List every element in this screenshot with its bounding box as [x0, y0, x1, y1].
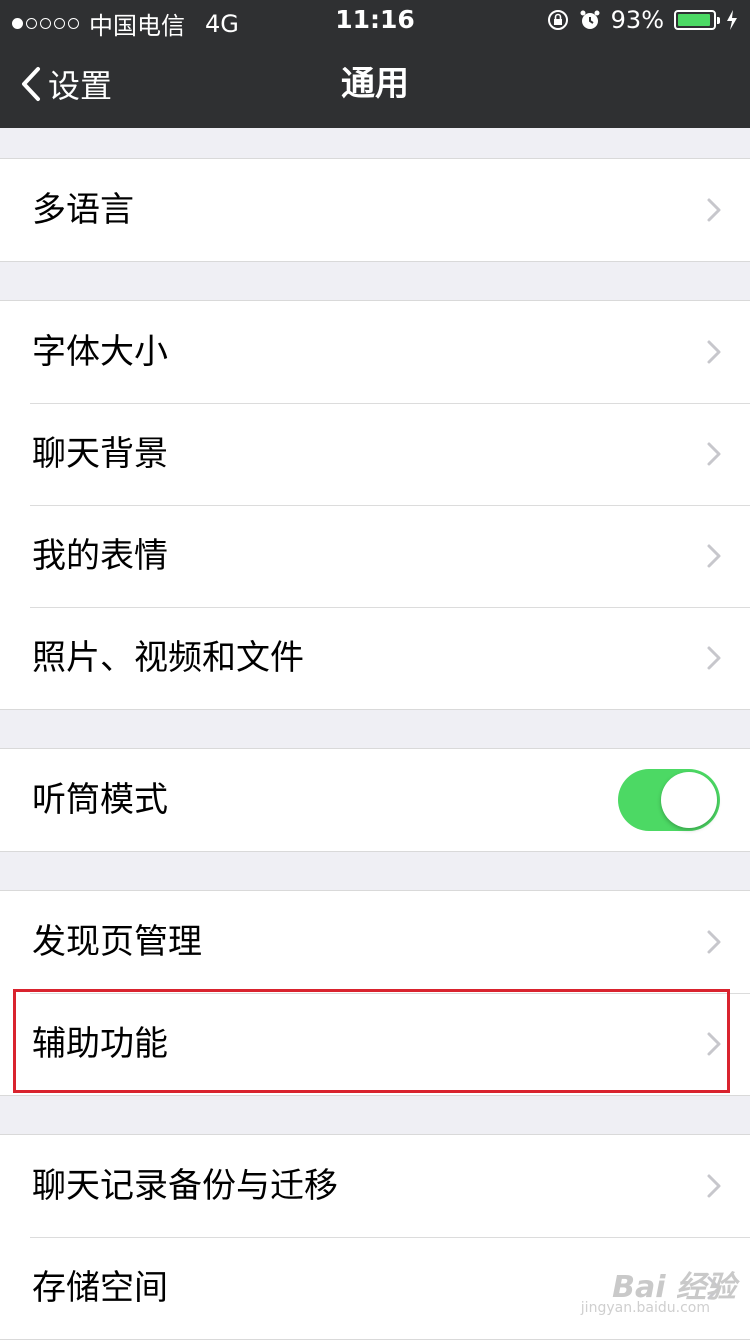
row-font-size[interactable]: 字体大小	[0, 301, 750, 403]
baidu-watermark-url: jingyan.baidu.com	[580, 1300, 710, 1316]
rotation-lock-icon	[547, 10, 568, 30]
status-bar: 中国电信 4G 11:16 93%	[0, 0, 750, 40]
settings-group-language: 多语言	[0, 158, 750, 262]
row-chat-background[interactable]: 聊天背景	[0, 403, 750, 505]
row-label: 听筒模式	[32, 780, 168, 820]
chevron-right-icon	[707, 544, 721, 568]
row-label: 存储空间	[32, 1268, 168, 1308]
chevron-right-icon	[707, 646, 721, 670]
chevron-right-icon	[707, 198, 721, 222]
toggle-knob	[661, 772, 717, 828]
earpiece-mode-toggle[interactable]	[618, 769, 720, 831]
battery-percent: 93%	[610, 6, 664, 34]
settings-group-discover: 发现页管理 辅助功能	[0, 890, 750, 1096]
status-right: 93%	[547, 6, 738, 34]
row-language[interactable]: 多语言	[0, 159, 750, 261]
chevron-right-icon	[707, 1174, 721, 1198]
row-label: 发现页管理	[32, 922, 202, 962]
chevron-right-icon	[707, 1032, 721, 1056]
chevron-right-icon	[707, 340, 721, 364]
row-accessibility[interactable]: 辅助功能	[0, 993, 750, 1095]
chevron-right-icon	[707, 442, 721, 466]
row-my-stickers[interactable]: 我的表情	[0, 505, 750, 607]
navigation-bar: 设置 通用	[0, 40, 750, 128]
page-title: 通用	[341, 64, 409, 104]
row-chat-backup-migration[interactable]: 聊天记录备份与迁移	[0, 1135, 750, 1237]
chevron-right-icon	[707, 930, 721, 954]
row-photos-videos-files[interactable]: 照片、视频和文件	[0, 607, 750, 709]
row-label: 多语言	[32, 190, 134, 230]
row-discover-management[interactable]: 发现页管理	[0, 891, 750, 993]
alarm-icon	[580, 10, 600, 29]
settings-group-earpiece: 听筒模式	[0, 748, 750, 852]
row-earpiece-mode: 听筒模式	[0, 749, 750, 851]
row-label: 辅助功能	[32, 1024, 168, 1064]
settings-group-display: 字体大小 聊天背景 我的表情 照片、视频和文件	[0, 300, 750, 710]
battery-icon	[674, 10, 720, 30]
row-label: 照片、视频和文件	[32, 638, 304, 678]
row-label: 聊天记录备份与迁移	[32, 1166, 338, 1206]
row-label: 我的表情	[32, 536, 168, 576]
charging-icon	[727, 10, 737, 30]
row-label: 字体大小	[32, 332, 168, 372]
row-label: 聊天背景	[32, 434, 168, 474]
